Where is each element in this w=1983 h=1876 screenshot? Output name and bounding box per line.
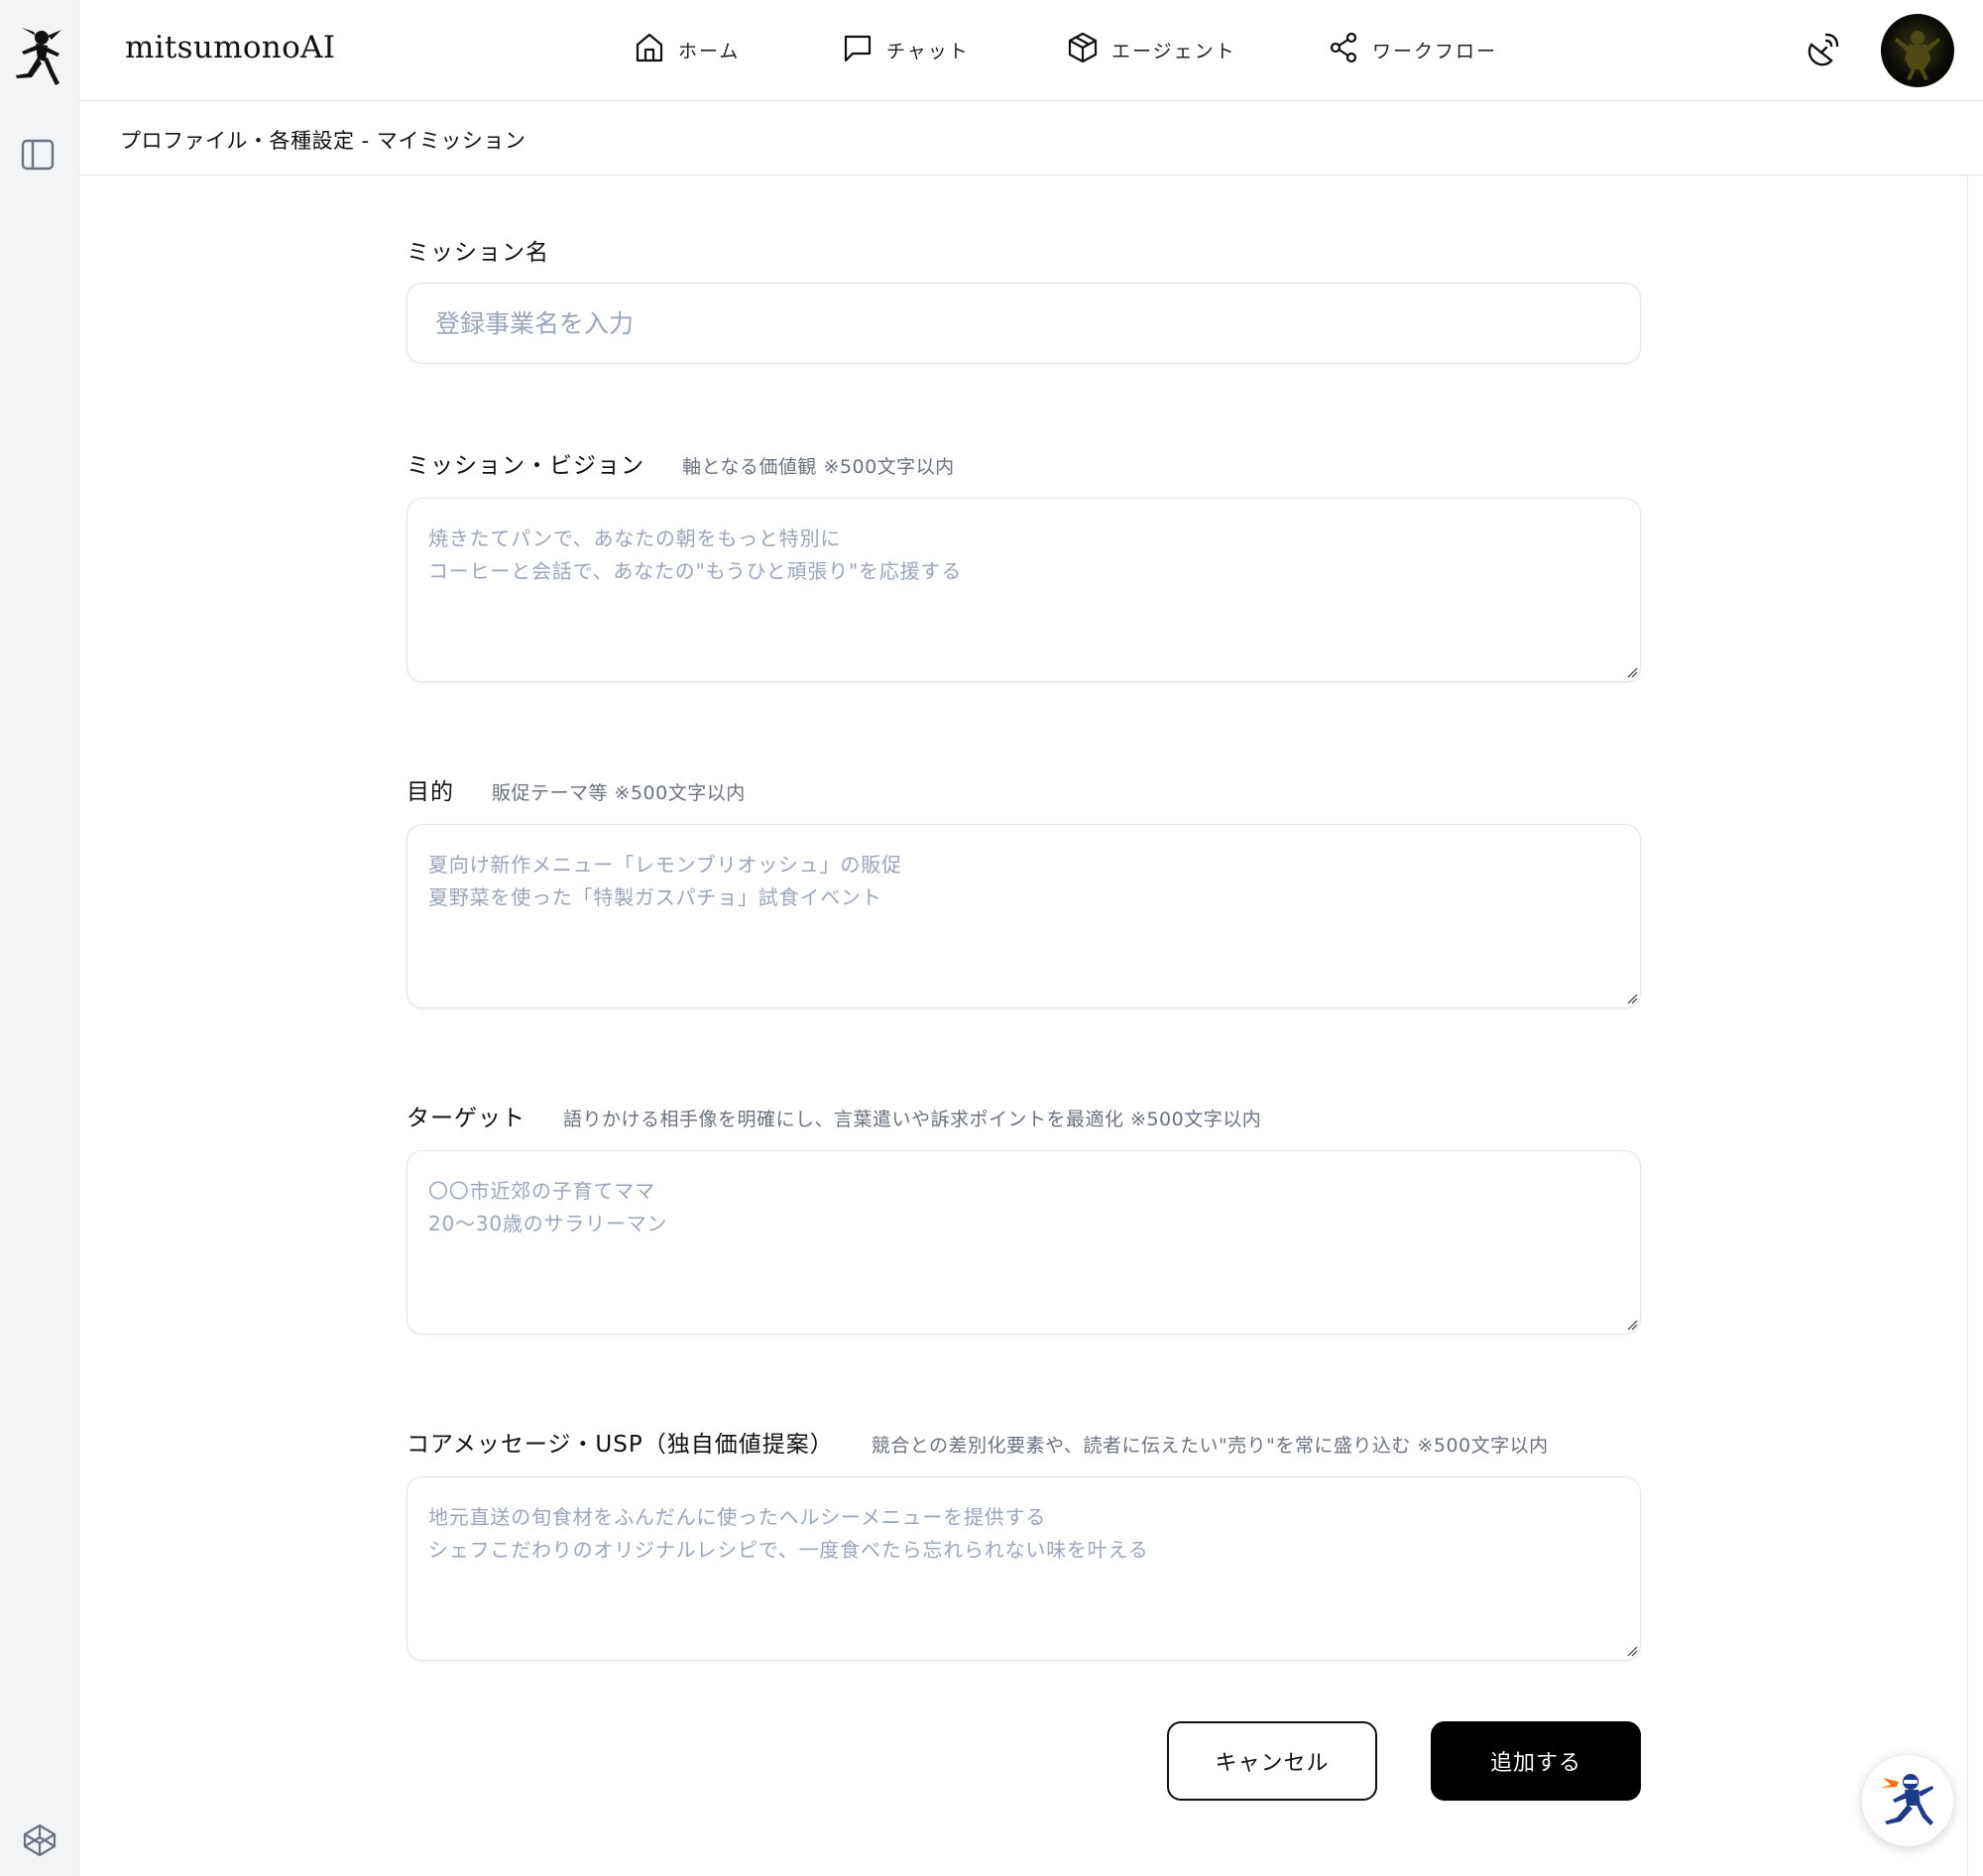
resize-grip-icon[interactable] [1626, 666, 1638, 678]
target-textarea[interactable] [407, 1150, 1641, 1335]
codepen-cube-icon[interactable] [20, 1820, 59, 1860]
share-icon [1329, 32, 1358, 68]
breadcrumb-bar: プロファイル・各種設定 - マイミッション [79, 101, 1983, 176]
nav-home-label: ホーム [678, 40, 741, 62]
vision-label: ミッション・ビジョン [407, 453, 644, 479]
purpose-label-row: 目的 販促テーマ等 ※500文字以内 [407, 772, 746, 806]
nav-workflow[interactable]: ワークフロー [1329, 30, 1497, 69]
purpose-hint: 販促テーマ等 ※500文字以内 [492, 782, 746, 804]
resize-grip-icon[interactable] [1626, 993, 1638, 1004]
nav-chat[interactable]: チャット [843, 30, 970, 69]
resize-grip-icon[interactable] [1626, 1645, 1638, 1657]
purpose-label: 目的 [407, 779, 454, 805]
target-hint: 語りかける相手像を明確にし、言葉遣いや訴求ポイントを最適化 ※500文字以内 [563, 1109, 1262, 1130]
vision-label-row: ミッション・ビジョン 軸となる価値観 ※500文字以内 [407, 446, 955, 480]
add-button[interactable]: 追加する [1431, 1721, 1641, 1801]
purpose-textarea[interactable] [407, 824, 1641, 1008]
help-fab-button[interactable] [1862, 1755, 1953, 1846]
vision-textarea[interactable] [407, 498, 1641, 682]
top-header: mitsumonoAI ホーム チャット エージェント ワークフロー [79, 0, 1983, 101]
nav-home[interactable]: ホーム [635, 30, 740, 69]
mission-name-input[interactable] [407, 283, 1641, 364]
target-label: ターゲット [407, 1106, 525, 1131]
nav-agent-label: エージェント [1111, 40, 1236, 62]
ninja-help-icon [1877, 1768, 1938, 1833]
logo-ninja-icon[interactable] [12, 28, 63, 87]
vision-hint: 軸となる価値観 ※500文字以内 [682, 456, 955, 478]
resize-grip-icon[interactable] [1626, 1319, 1638, 1331]
avatar[interactable] [1881, 14, 1954, 87]
box-icon [1068, 32, 1098, 68]
usp-hint: 競合との差別化要素や、読者に伝えたい"売り"を常に盛り込む ※500文字以内 [871, 1435, 1549, 1457]
nav-chat-label: チャット [886, 40, 970, 62]
cancel-button[interactable]: キャンセル [1167, 1721, 1377, 1801]
satellite-icon[interactable] [1801, 28, 1844, 71]
mission-name-label-row: ミッション名 [407, 233, 549, 267]
sidebar-rail [0, 0, 79, 1876]
home-icon [635, 32, 664, 68]
target-label-row: ターゲット 語りかける相手像を明確にし、言葉遣いや訴求ポイントを最適化 ※500… [407, 1099, 1261, 1132]
panel-toggle-icon[interactable] [20, 137, 56, 173]
app-title: mitsumonoAI [125, 30, 336, 65]
mission-name-label: ミッション名 [407, 240, 549, 266]
usp-label: コアメッセージ・USP（独自価値提案） [407, 1432, 834, 1458]
nav-agent[interactable]: エージェント [1068, 30, 1236, 69]
nav-workflow-label: ワークフロー [1372, 40, 1498, 62]
usp-textarea[interactable] [407, 1476, 1641, 1661]
usp-label-row: コアメッセージ・USP（独自価値提案） 競合との差別化要素や、読者に伝えたい"売… [407, 1425, 1549, 1459]
scroll-edge-divider [1967, 176, 1968, 1876]
breadcrumb: プロファイル・各種設定 - マイミッション [120, 129, 526, 153]
chat-icon [843, 33, 873, 67]
